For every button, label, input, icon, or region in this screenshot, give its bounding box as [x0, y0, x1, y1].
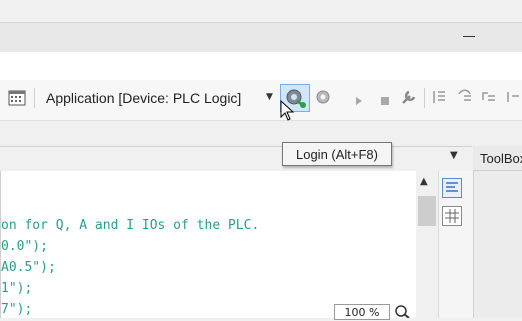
tooltip-text: Login (Alt+F8) — [295, 146, 378, 162]
step-out-icon[interactable] — [480, 88, 498, 106]
step-over-icon[interactable] — [456, 88, 474, 106]
application-selector[interactable]: Application [Device: PLC Logic] — [36, 87, 241, 109]
toolbar-separator — [424, 88, 425, 108]
minimize-button[interactable] — [456, 22, 482, 50]
scroll-up-icon[interactable]: ▲ — [420, 176, 434, 190]
code-line: 1"); — [1, 281, 33, 296]
vertical-scrollbar[interactable] — [416, 171, 438, 318]
logout-gear-icon[interactable] — [314, 88, 332, 106]
chevron-down-icon[interactable]: ▼ — [266, 92, 276, 102]
toolbar-more-icon[interactable] — [504, 88, 522, 106]
toolbox-tab[interactable]: ToolBox — [473, 146, 522, 171]
login-tooltip: Login (Alt+F8) — [282, 142, 392, 166]
menu-band — [0, 52, 522, 80]
code-line: on for Q, A and I IOs of the PLC. — [1, 218, 260, 233]
application-label: Application [Device: PLC Logic] — [46, 90, 242, 106]
top-strip — [0, 0, 522, 22]
editor-tab-bar — [0, 146, 472, 172]
play-icon[interactable] — [350, 92, 368, 110]
code-line: 7"); — [1, 302, 33, 317]
code-editor[interactable]: on for Q, A and I IOs of the PLC. 0.0");… — [0, 171, 417, 318]
toolbar-separator — [34, 88, 35, 108]
mouse-cursor-icon — [280, 99, 296, 122]
toolbox-title: ToolBox — [480, 151, 522, 166]
scrollbar-thumb[interactable] — [418, 196, 436, 226]
table-view-icon[interactable] — [442, 206, 462, 226]
zoom-icon[interactable] — [392, 303, 412, 319]
text-view-icon[interactable] — [442, 178, 462, 198]
wrench-icon[interactable] — [400, 88, 418, 106]
tab-list-dropdown-icon[interactable]: ▼ — [450, 150, 464, 164]
stop-icon[interactable] — [376, 92, 394, 110]
calendar-icon[interactable] — [8, 88, 26, 106]
zoom-value: 100 % — [344, 305, 380, 319]
toolbox-panel — [473, 146, 522, 318]
code-line: A0.5"); — [1, 260, 56, 275]
title-bar — [0, 22, 522, 53]
code-line: 0.0"); — [1, 239, 48, 254]
step-into-icon[interactable] — [430, 88, 448, 106]
